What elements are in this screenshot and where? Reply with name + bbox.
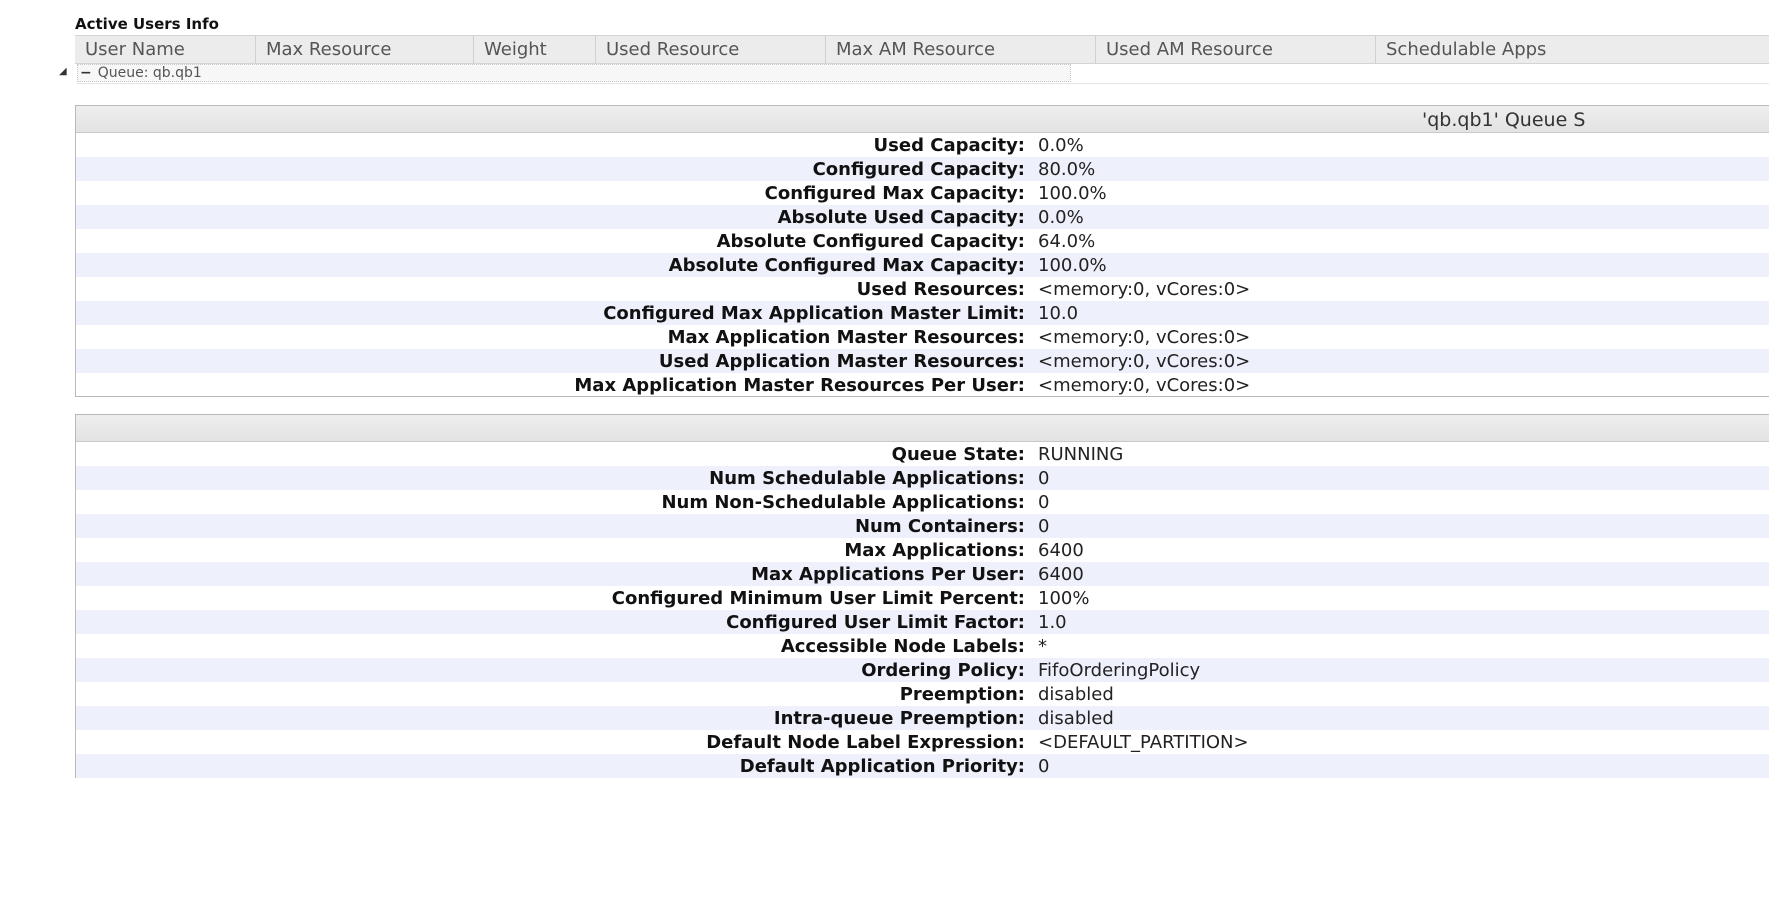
info-value: 0 <box>1038 756 1050 777</box>
queue-toggle-button[interactable]: − Queue: qb.qb1 <box>77 64 1071 82</box>
info-value: 0 <box>1038 516 1050 537</box>
info-row: Default Node Label Expression: <DEFAULT_P… <box>76 730 1769 754</box>
info-row: Num Non-Schedulable Applications: 0 <box>76 490 1769 514</box>
queue-capacity-panel: 'qb.qb1' Queue S Used Capacity: 0.0% Conf… <box>75 105 1769 397</box>
collapse-minus-icon: − <box>80 65 92 81</box>
info-row: Accessible Node Labels: * <box>76 634 1769 658</box>
info-row: Used Capacity: 0.0% <box>76 133 1769 157</box>
column-header-max-am-resource[interactable]: Max AM Resource <box>825 36 1095 63</box>
info-label: Max Applications Per User: <box>751 564 1025 585</box>
info-value: 0 <box>1038 492 1050 513</box>
info-label: Absolute Used Capacity: <box>777 207 1025 228</box>
info-value: 1.0 <box>1038 612 1067 633</box>
info-label: Configured Max Application Master Limit: <box>603 303 1025 324</box>
info-value: 100.0% <box>1038 183 1107 204</box>
info-label: Configured Capacity: <box>812 159 1025 180</box>
queue-capacity-panel-header: 'qb.qb1' Queue S <box>76 106 1769 133</box>
active-users-title: Active Users Info <box>75 15 219 33</box>
info-row: Num Schedulable Applications: 0 <box>76 466 1769 490</box>
info-row: Ordering Policy: FifoOrderingPolicy <box>76 658 1769 682</box>
info-label: Absolute Configured Max Capacity: <box>668 255 1025 276</box>
info-row: Preemption: disabled <box>76 682 1769 706</box>
info-label: Absolute Configured Capacity: <box>716 231 1025 252</box>
info-value: FifoOrderingPolicy <box>1038 660 1201 681</box>
info-label: Used Resources: <box>856 279 1025 300</box>
info-value: 6400 <box>1038 564 1084 585</box>
info-value: * <box>1038 636 1047 657</box>
info-label: Used Capacity: <box>873 135 1025 156</box>
info-value: RUNNING <box>1038 444 1124 465</box>
info-value: <memory:0, vCores:0> <box>1038 375 1251 396</box>
info-value: <memory:0, vCores:0> <box>1038 351 1251 372</box>
info-row: Max Applications Per User: 6400 <box>76 562 1769 586</box>
info-label: Queue State: <box>891 444 1025 465</box>
info-value: 100% <box>1038 588 1090 609</box>
info-label: Ordering Policy: <box>861 660 1025 681</box>
info-label: Num Containers: <box>854 516 1025 537</box>
column-header-user-name[interactable]: User Name <box>75 36 255 63</box>
collapse-caret-icon[interactable]: ◢ <box>59 66 67 77</box>
info-value: 80.0% <box>1038 159 1096 180</box>
column-header-max-resource[interactable]: Max Resource <box>255 36 473 63</box>
queue-state-rows: Queue State: RUNNING Num Schedulable Appl… <box>76 442 1769 778</box>
info-value: <memory:0, vCores:0> <box>1038 279 1251 300</box>
info-row: Configured Max Application Master Limit:… <box>76 301 1769 325</box>
info-label: Max Applications: <box>844 540 1025 561</box>
info-value: 0.0% <box>1038 135 1084 156</box>
info-label: Default Node Label Expression: <box>706 732 1025 753</box>
info-value: <DEFAULT_PARTITION> <box>1038 732 1249 753</box>
info-value: 64.0% <box>1038 231 1096 252</box>
info-label: Max Application Master Resources Per Use… <box>574 375 1025 396</box>
info-row: Max Applications: 6400 <box>76 538 1769 562</box>
info-label: Accessible Node Labels: <box>780 636 1025 657</box>
info-label: Num Schedulable Applications: <box>709 468 1025 489</box>
info-label: Intra-queue Preemption: <box>773 708 1025 729</box>
info-row: Configured User Limit Factor: 1.0 <box>76 610 1769 634</box>
info-row: Default Application Priority: 0 <box>76 754 1769 778</box>
column-header-used-resource[interactable]: Used Resource <box>595 36 825 63</box>
info-label: Preemption: <box>899 684 1025 705</box>
column-header-used-am-resource[interactable]: Used AM Resource <box>1095 36 1375 63</box>
info-label: Num Non-Schedulable Applications: <box>661 492 1025 513</box>
queue-capacity-rows: Used Capacity: 0.0% Configured Capacity: 8… <box>76 133 1769 397</box>
info-row: Used Resources: <memory:0, vCores:0> <box>76 277 1769 301</box>
info-row: Used Application Master Resources: <memor… <box>76 349 1769 373</box>
queue-state-panel-header <box>76 415 1769 442</box>
queue-toggle-label: Queue: qb.qb1 <box>97 65 202 81</box>
column-header-schedulable-apps[interactable]: Schedulable Apps <box>1375 36 1769 63</box>
info-label: Configured User Limit Factor: <box>726 612 1025 633</box>
info-row: Absolute Configured Capacity: 64.0% <box>76 229 1769 253</box>
info-label: Default Application Priority: <box>739 756 1025 777</box>
info-value: <memory:0, vCores:0> <box>1038 327 1251 348</box>
info-value: 0.0% <box>1038 207 1084 228</box>
info-value: 100.0% <box>1038 255 1107 276</box>
info-row: Max Application Master Resources: <memory… <box>76 325 1769 349</box>
info-row: Queue State: RUNNING <box>76 442 1769 466</box>
info-label: Configured Max Capacity: <box>764 183 1025 204</box>
info-label: Configured Minimum User Limit Percent: <box>611 588 1025 609</box>
info-value: 0 <box>1038 468 1050 489</box>
info-row: Num Containers: 0 <box>76 514 1769 538</box>
divider <box>77 83 1769 84</box>
info-label: Used Application Master Resources: <box>658 351 1025 372</box>
queue-info-page: Active Users Info User Name Max Resource… <box>0 0 1769 920</box>
info-row: Max Application Master Resources Per Use… <box>76 373 1769 397</box>
info-value: disabled <box>1038 684 1114 705</box>
info-value: 6400 <box>1038 540 1084 561</box>
info-row: Configured Minimum User Limit Percent: 10… <box>76 586 1769 610</box>
column-header-weight[interactable]: Weight <box>473 36 595 63</box>
info-row: Intra-queue Preemption: disabled <box>76 706 1769 730</box>
info-value: 10.0 <box>1038 303 1079 324</box>
active-users-table-header: User Name Max Resource Weight Used Resou… <box>75 35 1769 64</box>
queue-state-panel: Queue State: RUNNING Num Schedulable Appl… <box>75 414 1769 778</box>
info-row: Configured Capacity: 80.0% <box>76 157 1769 181</box>
info-label: Max Application Master Resources: <box>667 327 1025 348</box>
info-value: disabled <box>1038 708 1114 729</box>
info-row: Absolute Used Capacity: 0.0% <box>76 205 1769 229</box>
info-row: Absolute Configured Max Capacity: 100.0% <box>76 253 1769 277</box>
queue-status-caption: 'qb.qb1' Queue S <box>1422 109 1586 131</box>
info-row: Configured Max Capacity: 100.0% <box>76 181 1769 205</box>
